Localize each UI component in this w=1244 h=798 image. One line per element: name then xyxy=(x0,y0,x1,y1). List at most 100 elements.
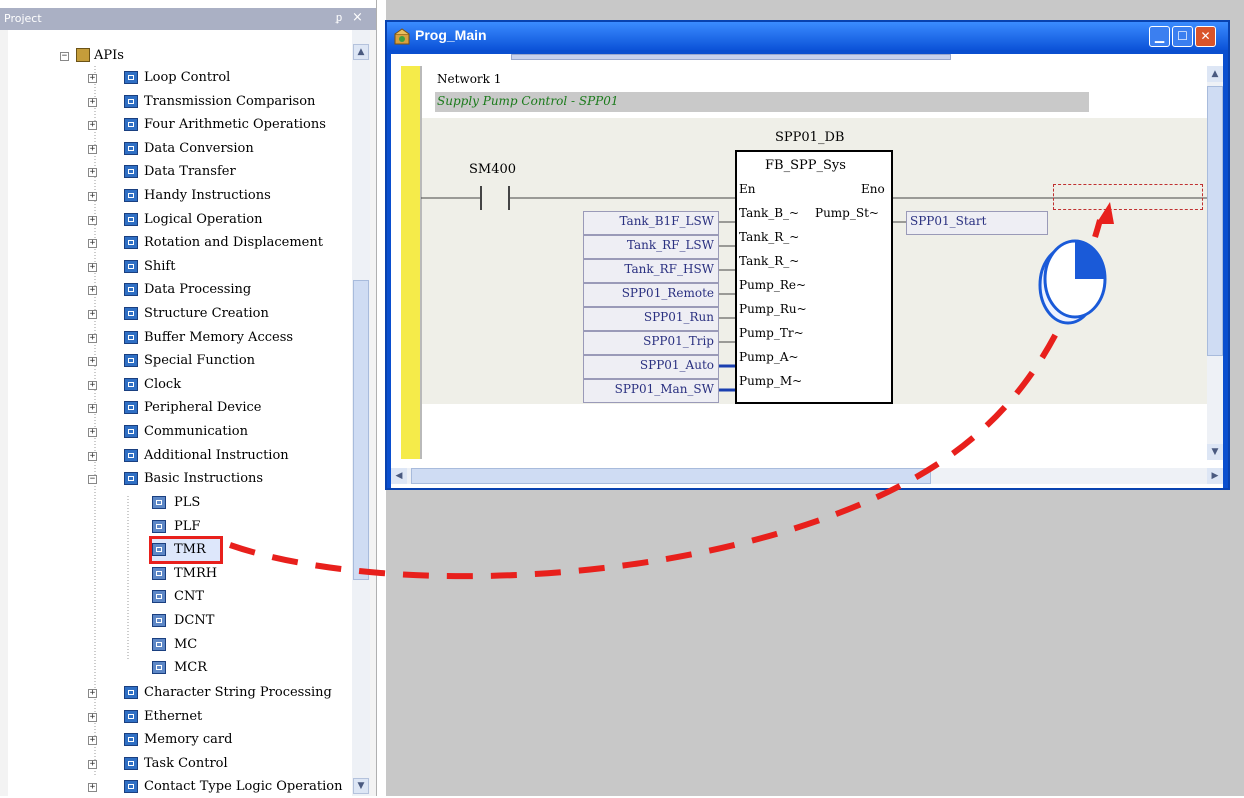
expand-icon[interactable]: + xyxy=(88,380,97,390)
fb-eno-pin: Eno xyxy=(861,182,885,196)
input-variable[interactable]: Tank_B1F_LSW xyxy=(583,211,719,235)
expand-icon[interactable]: + xyxy=(88,192,97,201)
pin-icon[interactable]: ᵱ xyxy=(336,11,342,24)
input-variable[interactable]: Tank_RF_HSW xyxy=(583,259,719,283)
expand-icon[interactable]: + xyxy=(88,333,97,343)
expand-icon[interactable]: + xyxy=(88,736,97,746)
tree-leaf-label: MC xyxy=(174,636,198,652)
close-icon[interactable]: × xyxy=(352,10,363,25)
expand-icon[interactable]: + xyxy=(88,97,97,107)
editor-hscrollbar[interactable]: ◀ ▶ xyxy=(391,468,1223,484)
maximize-button[interactable]: ☐ xyxy=(1172,26,1193,47)
instruction-icon xyxy=(152,519,166,533)
input-variable[interactable]: SPP01_Trip xyxy=(583,331,719,355)
tree-group-label: Shift xyxy=(144,258,176,274)
scroll-up-icon[interactable]: ▲ xyxy=(353,44,369,60)
tree-group-label: Memory card xyxy=(144,732,233,748)
project-panel-title: Project xyxy=(4,12,42,25)
input-variable[interactable]: SPP01_Run xyxy=(583,307,719,331)
tree-group-label: Clock xyxy=(144,376,182,392)
tree-leaf-tmr[interactable]: TMR xyxy=(149,536,223,565)
expand-icon[interactable]: + xyxy=(88,144,97,154)
window-title-bar[interactable]: Prog_Main ▁ ☐ ✕ xyxy=(387,22,1228,50)
scroll-right-icon[interactable]: ▶ xyxy=(1207,468,1223,484)
fb-input-pin: Pump_M~ xyxy=(739,374,803,388)
input-variable-text: Tank_RF_LSW xyxy=(626,238,714,252)
scroll-left-icon[interactable]: ◀ xyxy=(391,468,407,484)
folder-icon xyxy=(124,189,138,202)
close-window-button[interactable]: ✕ xyxy=(1195,26,1216,47)
editor-vscrollbar[interactable]: ▲ ▼ xyxy=(1207,66,1223,460)
project-panel: Project ᵱ × − APIs + Loop Control + Transmi… xyxy=(0,8,376,796)
tree-group-label: Data Processing xyxy=(144,282,252,298)
scroll-thumb[interactable] xyxy=(1207,86,1223,356)
input-variable[interactable]: SPP01_Auto xyxy=(583,355,719,379)
folder-icon xyxy=(124,780,138,794)
expand-icon[interactable]: + xyxy=(88,689,97,698)
folder-icon xyxy=(124,472,138,486)
tree-scrollbar[interactable]: ▲ ▼ xyxy=(352,30,370,796)
expand-icon[interactable]: + xyxy=(88,168,97,178)
expand-icon[interactable]: + xyxy=(88,262,97,272)
fb-input-pin: Tank_R_~ xyxy=(739,230,800,244)
expand-icon[interactable]: + xyxy=(88,759,97,769)
folder-icon xyxy=(124,733,138,747)
expand-icon[interactable]: + xyxy=(88,121,97,131)
drop-target-cell[interactable] xyxy=(1053,184,1203,210)
output-variable[interactable]: SPP01_Start xyxy=(906,211,1048,235)
tree-root-label: APIs xyxy=(94,48,124,63)
tree-group-label: Character String Processing xyxy=(144,685,332,700)
tree-group-label: Data Transfer xyxy=(144,164,236,180)
tree-group-label: Task Control xyxy=(144,755,228,771)
expand-icon[interactable]: + xyxy=(88,357,97,367)
scroll-hthumb[interactable] xyxy=(411,468,931,484)
expand-icon[interactable]: + xyxy=(88,404,97,414)
scroll-thumb[interactable] xyxy=(353,280,369,580)
instruction-icon xyxy=(152,637,166,651)
input-variable[interactable]: Tank_RF_LSW xyxy=(583,235,719,259)
tree-group-label: Basic Instructions xyxy=(144,471,264,487)
input-variable[interactable]: SPP01_Man_SW xyxy=(583,379,719,403)
collapse-icon[interactable]: − xyxy=(60,52,69,61)
scroll-down-icon[interactable]: ▼ xyxy=(1207,444,1223,460)
input-variable-text: SPP01_Auto xyxy=(639,358,714,372)
fb-input-pin: Pump_Tr~ xyxy=(739,326,804,340)
folder-icon xyxy=(124,686,138,699)
function-block[interactable]: FB_SPP_Sys En Eno Pump_St~ Tank_B_~ Tank_… xyxy=(735,150,893,404)
folder-icon xyxy=(124,259,138,273)
folder-icon xyxy=(124,212,138,226)
input-variable-text: SPP01_Remote xyxy=(621,286,714,300)
tree-leaf-label: PLS xyxy=(174,495,201,510)
expand-icon[interactable]: + xyxy=(88,783,97,793)
fb-input-pin: Pump_A~ xyxy=(739,350,799,364)
project-panel-header: Project ᵱ × xyxy=(0,8,376,30)
collapse-icon[interactable]: − xyxy=(88,475,97,485)
scroll-down-icon[interactable]: ▼ xyxy=(353,778,369,794)
tree-group-label: Data Conversion xyxy=(144,140,254,156)
scroll-up-icon[interactable]: ▲ xyxy=(1207,66,1223,82)
input-variable[interactable]: SPP01_Remote xyxy=(583,283,719,307)
expand-icon[interactable]: + xyxy=(88,74,97,83)
network-dropdown-bar[interactable] xyxy=(511,54,951,60)
minimize-button[interactable]: ▁ xyxy=(1149,26,1170,47)
expand-icon[interactable]: + xyxy=(88,451,97,461)
expand-icon[interactable]: + xyxy=(88,310,97,319)
fb-en-pin: En xyxy=(739,182,756,196)
expand-icon[interactable]: + xyxy=(88,215,97,225)
project-tree[interactable]: − APIs + Loop Control + Transmission Compar… xyxy=(8,30,370,796)
fb-input-pin: Tank_B_~ xyxy=(739,206,800,220)
ladder-area[interactable]: Network 1 Supply Pump Control - SPP01 SM… xyxy=(401,66,1211,459)
input-variable-text: Tank_B1F_LSW xyxy=(619,214,714,228)
tree-group-label: Additional Instruction xyxy=(144,447,289,463)
expand-icon[interactable]: + xyxy=(88,712,97,722)
expand-icon[interactable]: + xyxy=(88,428,97,437)
prog-main-window: Prog_Main ▁ ☐ ✕ Network 1 Supply Pump Co… xyxy=(385,20,1230,490)
apis-icon xyxy=(76,48,90,62)
tree-leaf-label: MCR xyxy=(174,660,208,676)
fb-output-pin: Pump_St~ xyxy=(815,206,879,220)
tree-leaf-label: TMRH xyxy=(174,565,218,581)
expand-icon[interactable]: + xyxy=(88,286,97,296)
expand-icon[interactable]: + xyxy=(88,239,97,249)
editor-client: Network 1 Supply Pump Control - SPP01 SM… xyxy=(391,54,1223,488)
input-variable-text: SPP01_Man_SW xyxy=(614,382,714,396)
